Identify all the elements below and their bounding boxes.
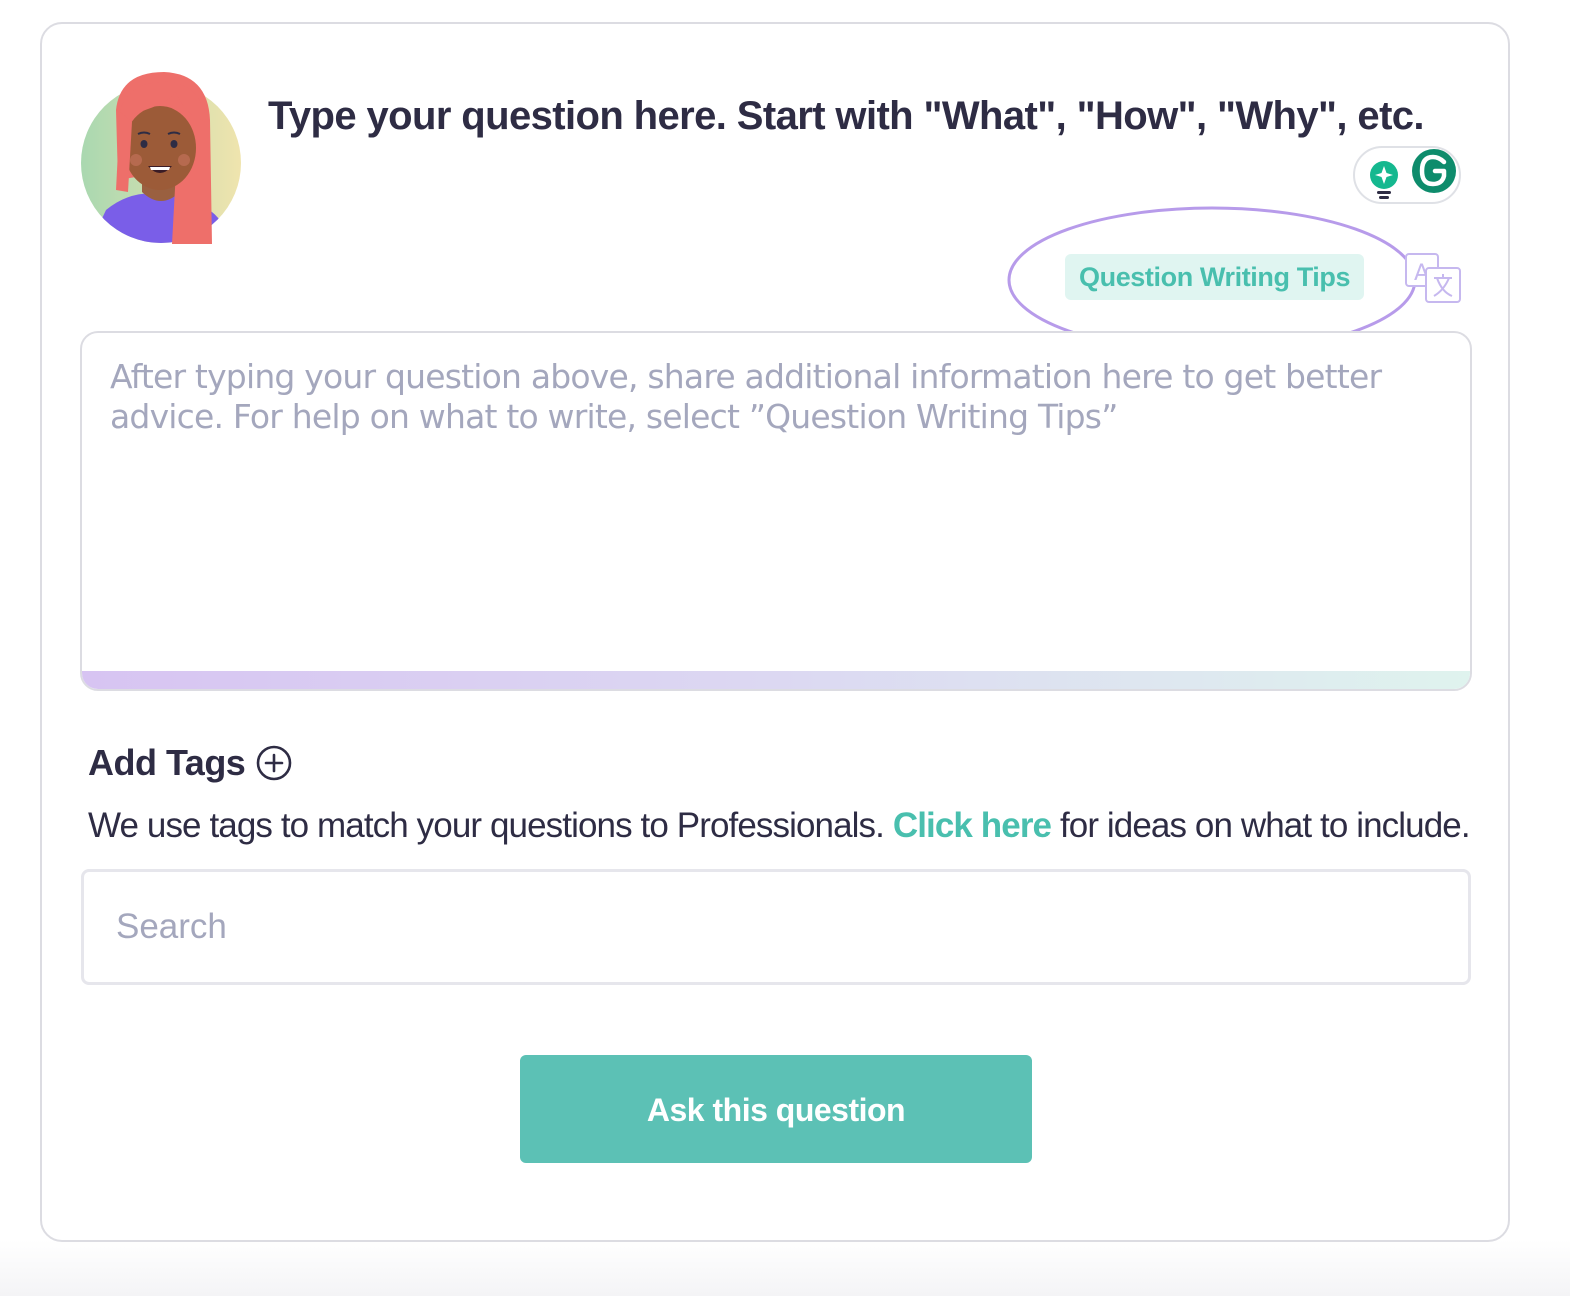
tag-search-input[interactable] <box>116 872 1416 982</box>
tags-description-suffix: for ideas on what to include. <box>1051 806 1471 845</box>
translate-icon[interactable]: A <box>1404 252 1462 306</box>
ask-question-button[interactable]: Ask this question <box>520 1055 1032 1163</box>
avatar <box>81 72 241 244</box>
details-placeholder: After typing your question above, share … <box>110 357 1382 436</box>
grammarly-g-icon[interactable] <box>1411 148 1457 194</box>
add-tag-plus-icon[interactable] <box>255 744 293 782</box>
question-details-textarea[interactable]: After typing your question above, share … <box>80 331 1472 691</box>
click-here-link[interactable]: Click here <box>893 806 1052 845</box>
add-tags-label: Add Tags <box>88 742 246 783</box>
add-tags-header: Add Tags <box>88 742 293 784</box>
details-progress-bar <box>82 671 1470 689</box>
tags-description: We use tags to match your questions to P… <box>88 806 1471 846</box>
lightbulb-icon[interactable] <box>1367 160 1401 200</box>
tag-search-box[interactable] <box>81 869 1471 985</box>
question-title-input[interactable]: Type your question here. Start with "Wha… <box>268 94 1425 139</box>
page-bottom-shade <box>0 1240 1570 1296</box>
grammarly-widget[interactable] <box>1353 146 1461 204</box>
question-writing-tips-button[interactable]: Question Writing Tips <box>1065 254 1365 300</box>
tags-description-prefix: We use tags to match your questions to P… <box>88 806 893 845</box>
